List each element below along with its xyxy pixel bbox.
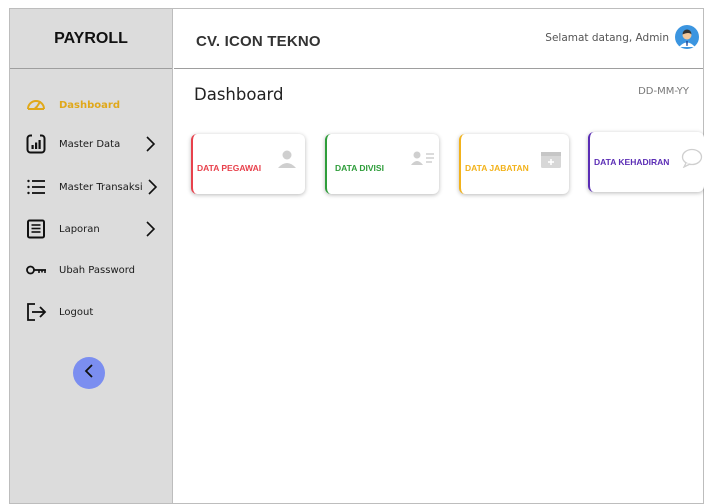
date-display: DD-MM-YY <box>638 86 689 97</box>
chat-bubble-icon <box>681 148 703 172</box>
chart-box-icon <box>25 133 47 155</box>
card-data-jabatan[interactable]: DATA JABATAN <box>459 134 569 194</box>
speedometer-icon <box>25 94 47 116</box>
calendar-plus-icon <box>540 149 562 173</box>
card-data-kehadiran[interactable]: DATA KEHADIRAN <box>588 132 704 192</box>
chevron-left-icon <box>82 363 96 383</box>
welcome-text: Selamat datang, Admin <box>545 32 669 44</box>
list-icon <box>25 176 47 198</box>
user-avatar-icon[interactable] <box>675 25 699 49</box>
main-content: Dashboard DD-MM-YY DATA PEGAWAI DATA DIV… <box>174 70 704 503</box>
sidebar-item-ubah-password[interactable]: Ubah Password <box>10 256 173 284</box>
sidebar-item-label: Ubah Password <box>59 264 136 276</box>
sidebar-item-label: Master Data <box>59 138 121 150</box>
card-label: DATA PEGAWAI <box>197 163 262 173</box>
card-data-divisi[interactable]: DATA DIVISI <box>325 134 439 194</box>
sidebar-item-label: Dashboard <box>59 99 120 111</box>
sidebar: PAYROLL Dashboard Master Data Master Tra… <box>10 9 173 503</box>
brand-title: PAYROLL <box>10 9 172 69</box>
sidebar-item-laporan[interactable]: Laporan <box>10 215 173 243</box>
sidebar-item-master-data[interactable]: Master Data <box>10 130 173 158</box>
card-label: DATA KEHADIRAN <box>594 157 670 167</box>
company-name: CV. ICON TEKNO <box>196 33 321 50</box>
page-title: Dashboard <box>194 85 284 104</box>
top-bar: CV. ICON TEKNO Selamat datang, Admin <box>174 9 703 69</box>
card-label: DATA DIVISI <box>335 163 384 173</box>
report-icon <box>25 218 47 240</box>
card-data-pegawai[interactable]: DATA PEGAWAI <box>191 134 305 194</box>
sidebar-item-label: Master Transaksi <box>59 181 143 193</box>
sidebar-item-label: Logout <box>59 306 94 318</box>
sidebar-collapse-button[interactable] <box>73 357 105 389</box>
sidebar-item-label: Laporan <box>59 223 100 235</box>
sidebar-item-master-transaksi[interactable]: Master Transaksi <box>10 173 173 201</box>
key-icon <box>25 259 47 281</box>
chevron-right-icon <box>144 136 156 152</box>
chevron-right-icon <box>144 221 156 237</box>
card-label: DATA JABATAN <box>465 163 529 173</box>
sidebar-item-logout[interactable]: Logout <box>10 298 173 326</box>
person-icon <box>277 149 297 173</box>
sidebar-item-dashboard[interactable]: Dashboard <box>10 91 173 119</box>
logout-icon <box>25 301 47 323</box>
contact-card-icon <box>411 150 435 172</box>
chevron-right-icon <box>146 179 158 195</box>
app-window: PAYROLL Dashboard Master Data Master Tra… <box>9 8 704 504</box>
